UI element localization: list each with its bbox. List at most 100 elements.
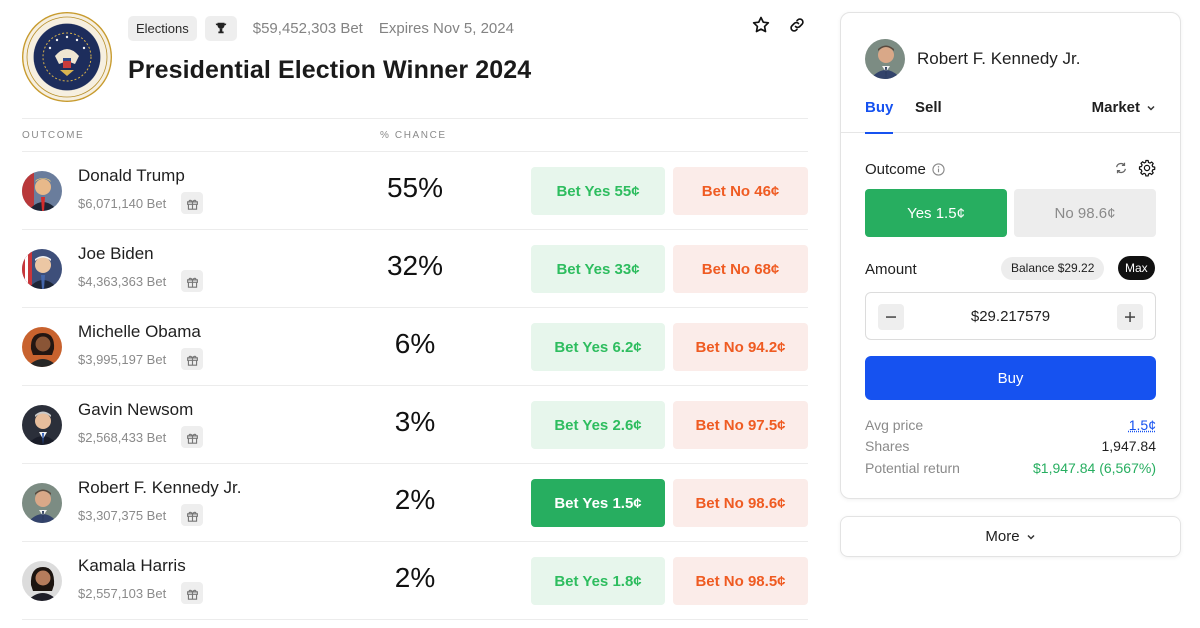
chance-value: 6% xyxy=(394,328,436,359)
more-label: More xyxy=(985,528,1020,545)
bet-yes-button[interactable]: Bet Yes 1.8¢ xyxy=(531,557,665,605)
chance-value: 3% xyxy=(394,406,436,437)
link-icon[interactable] xyxy=(786,14,808,36)
trade-tabs: Buy Sell Market xyxy=(841,93,1180,134)
outcome-row: Robert F. Kennedy Jr. $3,307,375 Bet 2% … xyxy=(22,464,808,542)
more-button[interactable]: More xyxy=(840,516,1181,557)
candidate-volume: $3,307,375 Bet xyxy=(78,508,167,523)
order-type-dropdown[interactable]: Market xyxy=(1092,99,1156,116)
bet-yes-button[interactable]: Bet Yes 2.6¢ xyxy=(531,401,665,449)
avatar xyxy=(22,483,62,523)
category-tag[interactable]: Elections xyxy=(128,15,197,41)
amount-input[interactable] xyxy=(916,293,1105,339)
avatar xyxy=(22,171,62,211)
candidate-volume: $6,071,140 Bet xyxy=(78,196,167,211)
trade-panel: Robert F. Kennedy Jr. Buy Sell Market Ou… xyxy=(840,12,1181,499)
chance-value: 32% xyxy=(386,250,444,281)
bet-no-button[interactable]: Bet No 68¢ xyxy=(673,245,808,293)
total-volume: $59,452,303 Bet xyxy=(252,19,363,37)
avatar xyxy=(22,405,62,445)
chevron-down-icon xyxy=(1027,534,1035,540)
expiry-date: Expires Nov 5, 2024 xyxy=(378,19,514,37)
gift-icon[interactable] xyxy=(181,504,203,526)
star-icon[interactable] xyxy=(750,14,772,36)
bet-yes-button[interactable]: Bet Yes 55¢ xyxy=(531,167,665,215)
candidate-volume: $3,995,197 Bet xyxy=(78,352,167,367)
avg-price-label: Avg price xyxy=(865,417,924,433)
gear-icon[interactable] xyxy=(1138,159,1156,177)
chance-value: 2% xyxy=(394,562,436,593)
column-outcome: OUTCOME xyxy=(22,130,85,141)
header-actions xyxy=(750,14,808,36)
avg-price-value[interactable]: 1.5¢ xyxy=(1129,417,1156,433)
bet-no-button[interactable]: Bet No 98.6¢ xyxy=(673,479,808,527)
avg-price-row: Avg price 1.5¢ xyxy=(865,417,1156,433)
refresh-icon[interactable] xyxy=(1114,161,1128,175)
chevron-down-icon xyxy=(1147,105,1155,111)
shares-value: 1,947.84 xyxy=(1101,438,1157,454)
market-meta-row: Elections $59,452,303 Bet Expires Nov 5,… xyxy=(128,15,514,41)
gift-icon[interactable] xyxy=(181,348,203,370)
table-header: OUTCOME % CHANCE xyxy=(22,118,808,152)
gift-icon[interactable] xyxy=(181,426,203,448)
max-button[interactable]: Max xyxy=(1118,256,1155,280)
outcome-row: Michelle Obama $3,995,197 Bet 6% Bet Yes… xyxy=(22,308,808,386)
candidate-volume: $2,568,433 Bet xyxy=(78,430,167,445)
outcome-row: Gavin Newsom $2,568,433 Bet 3% Bet Yes 2… xyxy=(22,386,808,464)
amount-stepper xyxy=(865,292,1156,340)
candidate-name[interactable]: Joe Biden xyxy=(78,244,154,264)
buy-button[interactable]: Buy xyxy=(865,356,1156,400)
outcome-actions xyxy=(1114,159,1156,177)
avatar xyxy=(865,39,905,79)
trophy-icon[interactable] xyxy=(204,15,237,41)
shares-label: Shares xyxy=(865,438,910,454)
candidate-name[interactable]: Donald Trump xyxy=(78,166,185,186)
page-title: Presidential Election Winner 2024 xyxy=(128,56,532,84)
outcome-yes-option[interactable]: Yes 1.5¢ xyxy=(865,189,1007,237)
outcome-row: Kamala Harris $2,557,103 Bet 2% Bet Yes … xyxy=(22,542,808,620)
outcome-label: Outcome xyxy=(865,161,945,178)
gift-icon[interactable] xyxy=(181,270,203,292)
potential-return-label: Potential return xyxy=(865,460,960,476)
bet-no-button[interactable]: Bet No 46¢ xyxy=(673,167,808,215)
balance-badge: Balance $29.22 xyxy=(1001,257,1105,280)
potential-return-value: $1,947.84 (6,567%) xyxy=(1033,460,1156,476)
candidate-name[interactable]: Michelle Obama xyxy=(78,322,201,342)
candidate-volume: $2,557,103 Bet xyxy=(78,586,167,601)
outcome-label-text: Outcome xyxy=(865,161,926,178)
order-type-label: Market xyxy=(1091,99,1140,116)
selected-candidate-name: Robert F. Kennedy Jr. xyxy=(917,49,1081,68)
chance-value: 2% xyxy=(394,484,436,515)
bet-no-button[interactable]: Bet No 98.5¢ xyxy=(673,557,808,605)
bet-yes-button[interactable]: Bet Yes 1.5¢ xyxy=(531,479,665,527)
candidate-volume: $4,363,363 Bet xyxy=(78,274,167,289)
candidate-name[interactable]: Gavin Newsom xyxy=(78,400,193,420)
outcome-list: Donald Trump $6,071,140 Bet 55% Bet Yes … xyxy=(22,152,808,620)
potential-return-row: Potential return $1,947.84 (6,567%) xyxy=(865,460,1156,476)
bet-no-button[interactable]: Bet No 97.5¢ xyxy=(673,401,808,449)
outcome-row: Joe Biden $4,363,363 Bet 32% Bet Yes 33¢… xyxy=(22,230,808,308)
tab-sell[interactable]: Sell xyxy=(915,99,942,116)
gift-icon[interactable] xyxy=(181,582,203,604)
amount-label: Amount xyxy=(865,261,917,278)
candidate-name[interactable]: Robert F. Kennedy Jr. xyxy=(78,478,241,498)
info-icon[interactable] xyxy=(932,163,945,176)
decrement-button[interactable] xyxy=(878,304,904,330)
bet-no-button[interactable]: Bet No 94.2¢ xyxy=(673,323,808,371)
gift-icon[interactable] xyxy=(181,192,203,214)
increment-button[interactable] xyxy=(1117,304,1143,330)
plus-icon xyxy=(1125,312,1135,322)
avatar xyxy=(22,249,62,289)
avatar xyxy=(22,561,62,601)
candidate-name[interactable]: Kamala Harris xyxy=(78,556,186,576)
bet-yes-button[interactable]: Bet Yes 6.2¢ xyxy=(531,323,665,371)
outcome-row: Donald Trump $6,071,140 Bet 55% Bet Yes … xyxy=(22,152,808,230)
presidential-seal-logo xyxy=(22,12,112,102)
chance-value: 55% xyxy=(386,172,444,203)
bet-yes-button[interactable]: Bet Yes 33¢ xyxy=(531,245,665,293)
outcome-no-option[interactable]: No 98.6¢ xyxy=(1014,189,1156,237)
column-chance: % CHANCE xyxy=(380,130,447,141)
avatar xyxy=(22,327,62,367)
tab-buy[interactable]: Buy xyxy=(865,99,894,134)
shares-row: Shares 1,947.84 xyxy=(865,438,1156,454)
